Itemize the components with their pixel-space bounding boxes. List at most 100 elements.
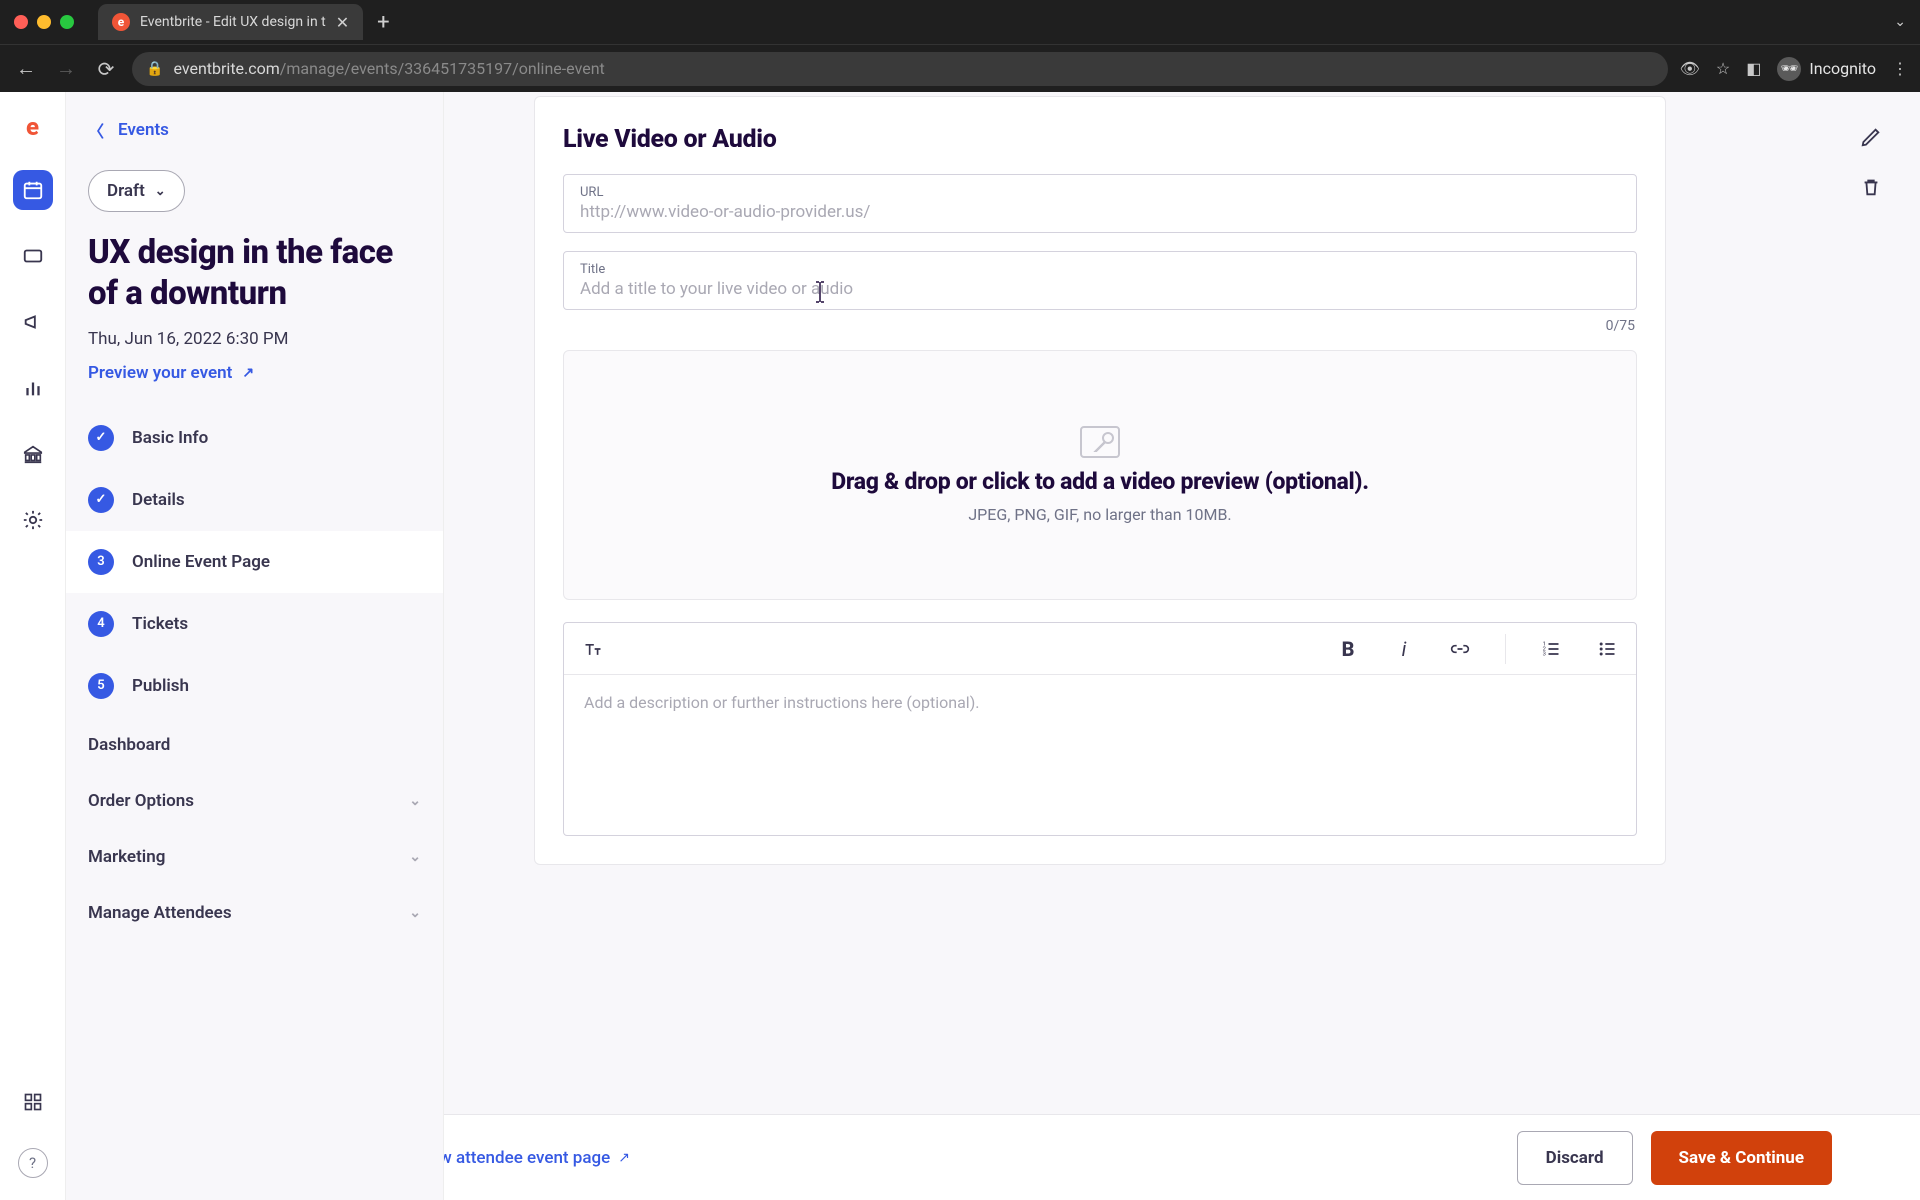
step-details[interactable]: Details	[66, 469, 443, 531]
sidebar-marketing[interactable]: Marketing ⌄	[66, 829, 443, 885]
nav-rail: e ?	[0, 92, 66, 1200]
unordered-list-button[interactable]	[1592, 634, 1622, 664]
title-char-counter: 0/75	[563, 318, 1635, 334]
expand-label: Marketing	[88, 847, 165, 867]
event-title: UX design in the face of a downturn	[66, 232, 443, 315]
bookmark-star-icon[interactable]: ☆	[1716, 59, 1730, 78]
calendar-icon	[22, 179, 44, 201]
rail-reports[interactable]	[13, 368, 53, 408]
side-panel-icon[interactable]: ◧	[1746, 59, 1761, 78]
status-dropdown[interactable]: Draft ⌄	[88, 170, 185, 212]
chevron-down-icon: ⌄	[155, 184, 166, 199]
back-to-events[interactable]: 〈 Events	[66, 106, 443, 154]
live-video-card: Live Video or Audio URL Title 0/75 Drag …	[534, 96, 1666, 865]
step-tickets[interactable]: 4 Tickets	[66, 593, 443, 655]
rail-finance[interactable]	[13, 434, 53, 474]
address-bar[interactable]: 🔒 eventbrite.com/manage/events/336451735…	[132, 52, 1668, 86]
ordered-list-button[interactable]: 123	[1536, 634, 1566, 664]
rail-orders[interactable]	[13, 236, 53, 276]
tabs-menu-button[interactable]: ⌄	[1894, 14, 1906, 30]
step-basic-info[interactable]: Basic Info	[66, 407, 443, 469]
eventbrite-logo[interactable]: e	[16, 110, 50, 144]
editor-toolbar: B i 123	[564, 623, 1636, 675]
dropzone-subtext: JPEG, PNG, GIF, no larger than 10MB.	[968, 505, 1231, 524]
discard-button[interactable]: Discard	[1517, 1131, 1633, 1185]
browser-tab[interactable]: e Eventbrite - Edit UX design in t ✕	[98, 4, 363, 40]
title-field-label: Title	[580, 262, 1620, 277]
step-check-icon	[88, 425, 114, 451]
sidebar-dashboard[interactable]: Dashboard	[66, 717, 443, 773]
rail-marketing[interactable]	[13, 302, 53, 342]
sidebar-manage-attendees[interactable]: Manage Attendees ⌄	[66, 885, 443, 941]
expand-label: Order Options	[88, 791, 194, 811]
eye-off-icon[interactable]: 👁	[1680, 59, 1700, 78]
maximize-window-button[interactable]	[60, 15, 74, 29]
step-number-badge: 5	[88, 673, 114, 699]
rail-events[interactable]	[13, 170, 53, 210]
main-content: Live Video or Audio URL Title 0/75 Drag …	[444, 92, 1920, 1200]
preview-event-link[interactable]: Preview your event ↗	[66, 353, 443, 407]
editor-body[interactable]: Add a description or further instruction…	[564, 675, 1636, 835]
megaphone-icon	[22, 311, 44, 333]
back-button[interactable]: ←	[12, 56, 40, 81]
incognito-indicator[interactable]: 🕶 Incognito	[1777, 57, 1876, 81]
browser-toolbar: ← → ⟳ 🔒 eventbrite.com/manage/events/336…	[0, 44, 1920, 92]
chevron-down-icon: ⌄	[409, 793, 421, 809]
tab-title: Eventbrite - Edit UX design in t	[140, 14, 326, 30]
external-link-icon: ↗	[242, 365, 254, 381]
title-field[interactable]: Title	[563, 251, 1637, 310]
save-continue-button[interactable]: Save & Continue	[1651, 1131, 1832, 1185]
external-link-icon: ↗	[618, 1150, 630, 1166]
close-window-button[interactable]	[14, 15, 28, 29]
trash-icon	[1860, 176, 1882, 198]
incognito-icon: 🕶	[1777, 57, 1801, 81]
bar-chart-icon	[22, 377, 44, 399]
delete-button[interactable]	[1856, 172, 1886, 202]
text-cursor-icon	[814, 280, 815, 302]
forward-button: →	[52, 56, 80, 81]
text-size-icon	[583, 639, 603, 659]
rail-settings[interactable]	[13, 500, 53, 540]
title-input[interactable]	[580, 279, 1620, 299]
grid-icon	[23, 1092, 43, 1112]
attendee-link-text: ew attendee event page	[444, 1148, 610, 1168]
rail-help[interactable]: ?	[18, 1148, 48, 1178]
italic-button[interactable]: i	[1389, 634, 1419, 664]
description-editor: B i 123 Add a	[563, 622, 1637, 836]
reload-button[interactable]: ⟳	[92, 57, 120, 81]
minimize-window-button[interactable]	[37, 15, 51, 29]
step-publish[interactable]: 5 Publish	[66, 655, 443, 717]
text-style-button[interactable]	[578, 634, 608, 664]
step-number-badge: 4	[88, 611, 114, 637]
eventbrite-favicon: e	[112, 13, 130, 31]
rail-apps[interactable]	[13, 1082, 53, 1122]
toolbar-right: 👁 ☆ ◧ 🕶 Incognito ⋮	[1680, 57, 1908, 81]
url-field[interactable]: URL	[563, 174, 1637, 233]
footer-bar: ew attendee event page ↗ Discard Save & …	[444, 1114, 1920, 1200]
event-datetime: Thu, Jun 16, 2022 6:30 PM	[66, 315, 443, 353]
link-button[interactable]	[1445, 634, 1475, 664]
new-tab-button[interactable]: +	[377, 10, 389, 35]
video-preview-dropzone[interactable]: Drag & drop or click to add a video prev…	[563, 350, 1637, 600]
bold-button[interactable]: B	[1333, 634, 1363, 664]
chevron-left-icon: 〈	[88, 118, 104, 142]
step-online-event-page[interactable]: 3 Online Event Page	[66, 531, 443, 593]
editor-placeholder: Add a description or further instruction…	[584, 693, 1616, 712]
card-actions	[1856, 122, 1886, 202]
incognito-label: Incognito	[1809, 59, 1876, 78]
attendee-page-link[interactable]: ew attendee event page ↗	[444, 1148, 630, 1168]
lock-icon: 🔒	[146, 61, 163, 77]
sidebar-order-options[interactable]: Order Options ⌄	[66, 773, 443, 829]
ticket-icon	[22, 245, 44, 267]
preview-label: Preview your event	[88, 363, 232, 383]
bullet-list-icon	[1597, 639, 1617, 659]
link-icon	[1450, 639, 1470, 659]
kebab-menu-icon[interactable]: ⋮	[1892, 59, 1908, 78]
sidebar: 〈 Events Draft ⌄ UX design in the face o…	[66, 92, 444, 1200]
chevron-down-icon: ⌄	[409, 849, 421, 865]
bank-icon	[22, 443, 44, 465]
edit-button[interactable]	[1856, 122, 1886, 152]
url-input[interactable]	[580, 202, 1620, 222]
image-icon	[1080, 426, 1120, 458]
close-tab-button[interactable]: ✕	[336, 13, 349, 32]
